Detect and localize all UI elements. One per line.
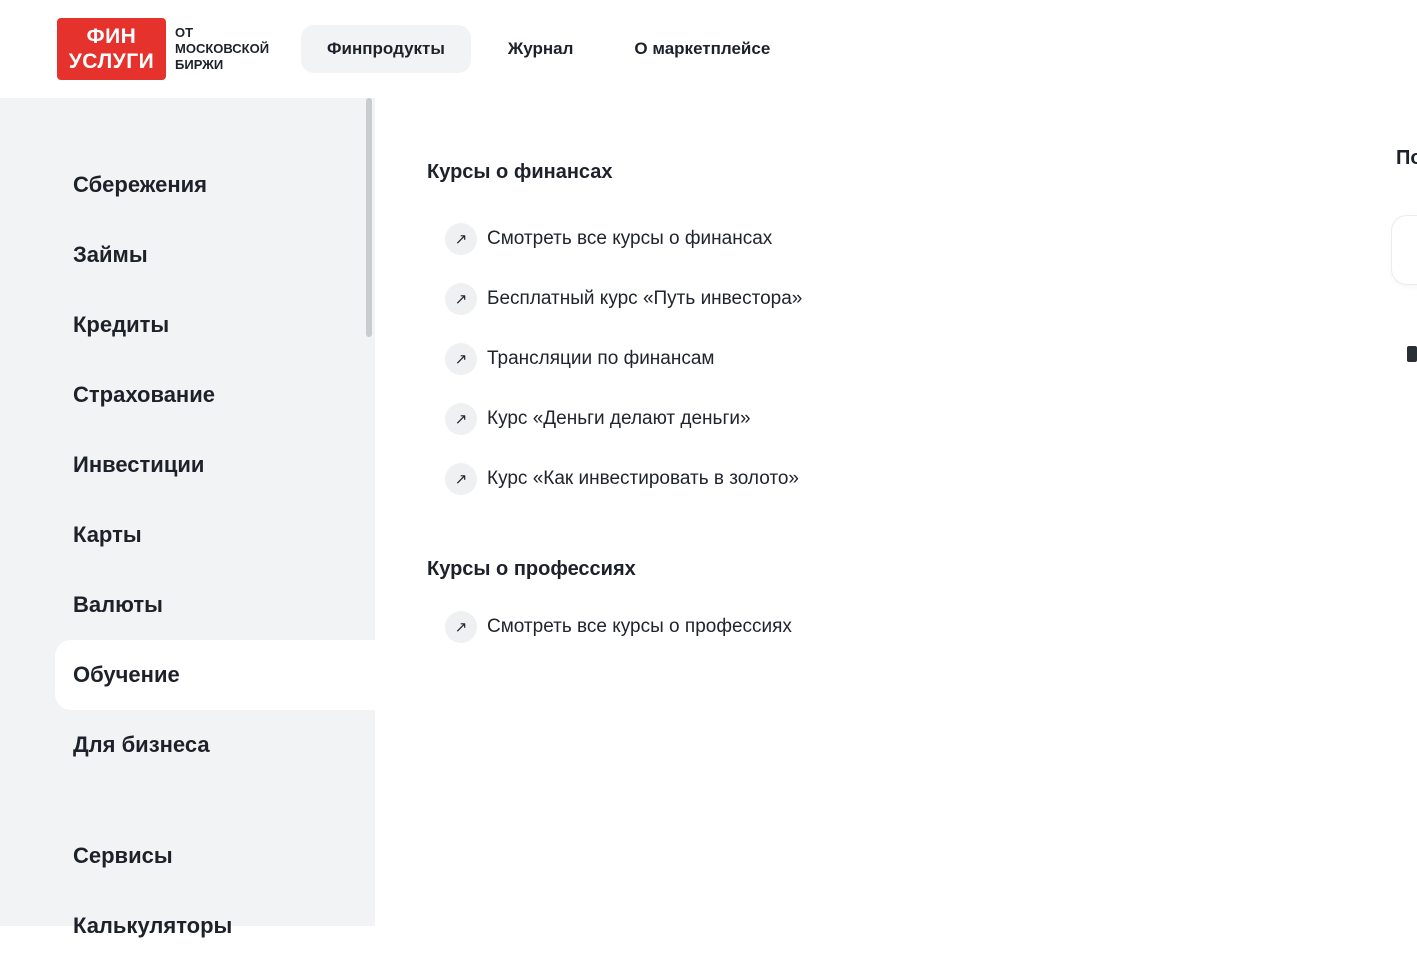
sidebar-item-credits[interactable]: Кредиты bbox=[0, 290, 375, 360]
arrow-up-right-icon: ↗ bbox=[445, 463, 477, 495]
logo-line-1: ФИН bbox=[87, 24, 137, 49]
menu-link[interactable]: ↗ Трансляции по финансам bbox=[427, 329, 1417, 389]
logo-line-2: УСЛУГИ bbox=[69, 49, 155, 74]
sidebar-spacer bbox=[0, 780, 375, 821]
sidebar-item-for-business[interactable]: Для бизнеса bbox=[0, 710, 375, 780]
nav-journal[interactable]: Журнал bbox=[508, 39, 574, 59]
tagline-line: ОТ bbox=[175, 25, 269, 41]
sidebar-scrollbar-thumb[interactable] bbox=[366, 98, 372, 337]
sidebar-item-insurance[interactable]: Страхование bbox=[0, 360, 375, 430]
nav-finproducts[interactable]: Финпродукты bbox=[301, 25, 471, 73]
arrow-up-right-icon: ↗ bbox=[445, 611, 477, 643]
tagline-line: БИРЖИ bbox=[175, 57, 269, 73]
sidebar-item-investments[interactable]: Инвестиции bbox=[0, 430, 375, 500]
logo-tagline: ОТ МОСКОВСКОЙ БИРЖИ bbox=[175, 25, 269, 73]
section-title-profession-courses: Курсы о профессиях bbox=[427, 557, 1417, 581]
menu-link[interactable]: ↗ Курс «Деньги делают деньги» bbox=[427, 389, 1417, 449]
menu-sidebar: Сбережения Займы Кредиты Страхование Инв… bbox=[0, 98, 375, 926]
menu-link-label: Курс «Как инвестировать в золото» bbox=[487, 468, 799, 490]
right-panel-partial-text-fragment bbox=[1407, 346, 1417, 362]
menu-link[interactable]: ↗ Бесплатный курс «Путь инвестора» bbox=[427, 269, 1417, 329]
sidebar-item-loans[interactable]: Займы bbox=[0, 220, 375, 290]
sidebar-item-currencies[interactable]: Валюты bbox=[0, 570, 375, 640]
menu-link-label: Смотреть все курсы о профессиях bbox=[487, 616, 792, 638]
right-panel-partial-card[interactable] bbox=[1391, 215, 1417, 285]
nav-about-marketplace[interactable]: О маркетплейсе bbox=[634, 39, 770, 59]
mega-menu: Сбережения Займы Кредиты Страхование Инв… bbox=[0, 98, 1417, 926]
sidebar-item-savings[interactable]: Сбережения bbox=[0, 150, 375, 220]
top-nav: Финпродукты Журнал О маркетплейсе bbox=[301, 25, 770, 73]
finuslugi-logo[interactable]: ФИН УСЛУГИ bbox=[57, 18, 166, 80]
menu-link-label: Курс «Деньги делают деньги» bbox=[487, 408, 751, 430]
menu-link-label: Трансляции по финансам bbox=[487, 348, 715, 370]
sidebar-item-cards[interactable]: Карты bbox=[0, 500, 375, 570]
arrow-up-right-icon: ↗ bbox=[445, 223, 477, 255]
arrow-up-right-icon: ↗ bbox=[445, 283, 477, 315]
sidebar-item-calculators[interactable]: Калькуляторы bbox=[0, 891, 375, 961]
right-panel-partial-title: По bbox=[1396, 147, 1417, 170]
sidebar-item-education[interactable]: Обучение bbox=[55, 640, 375, 710]
section-title-finance-courses: Курсы о финансах bbox=[427, 160, 1417, 184]
menu-content: Курсы о финансах ↗ Смотреть все курсы о … bbox=[375, 98, 1417, 926]
site-header: ФИН УСЛУГИ ОТ МОСКОВСКОЙ БИРЖИ Финпродук… bbox=[0, 0, 1417, 98]
tagline-line: МОСКОВСКОЙ bbox=[175, 41, 269, 57]
sidebar-item-services[interactable]: Сервисы bbox=[0, 821, 375, 891]
menu-link[interactable]: ↗ Смотреть все курсы о профессиях bbox=[427, 597, 1417, 657]
arrow-up-right-icon: ↗ bbox=[445, 343, 477, 375]
menu-link-label: Бесплатный курс «Путь инвестора» bbox=[487, 288, 802, 310]
menu-link[interactable]: ↗ Курс «Как инвестировать в золото» bbox=[427, 449, 1417, 509]
arrow-up-right-icon: ↗ bbox=[445, 403, 477, 435]
menu-link[interactable]: ↗ Смотреть все курсы о финансах bbox=[427, 209, 1417, 269]
menu-link-label: Смотреть все курсы о финансах bbox=[487, 228, 772, 250]
